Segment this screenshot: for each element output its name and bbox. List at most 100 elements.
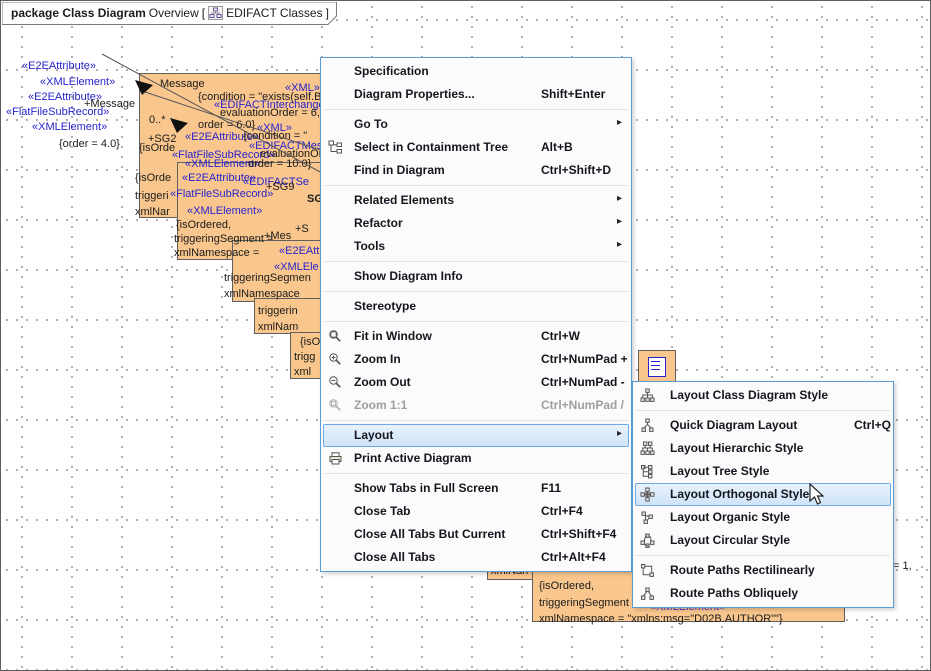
menu-item-label: Show Diagram Info <box>354 269 463 283</box>
blank-icon-slot <box>328 64 343 79</box>
menu-separator <box>324 321 628 322</box>
blank-icon-slot <box>328 163 343 178</box>
menu-item-label: Select in Containment Tree <box>354 140 508 154</box>
menu-related-elements[interactable]: Related Elements ▸ <box>323 189 629 212</box>
menu-tools[interactable]: Tools▸ <box>323 235 629 258</box>
menu-item-label: Show Tabs in Full Screen <box>354 481 498 495</box>
menu-item-shortcut: Ctrl+NumPad + <box>541 352 628 366</box>
class-property-text: trigg <box>294 351 315 363</box>
menu-specification[interactable]: Specification <box>323 60 629 83</box>
menu-close-all-tabs[interactable]: Close All Tabs Ctrl+Alt+F4 <box>323 546 629 569</box>
menu-fit-in-window[interactable]: Fit in Window Ctrl+W <box>323 325 629 348</box>
menu-item-label: Stereotype <box>354 299 416 313</box>
menu-refactor[interactable]: Refactor▸ <box>323 212 629 235</box>
stereotype-label: «FlatFileSubRecord» <box>170 188 273 200</box>
menu-separator <box>636 410 890 411</box>
diagram-canvas[interactable]: package Class Diagram Overview [ EDIFACT… <box>2 2 930 670</box>
menu-item-label: Related Elements <box>354 193 454 207</box>
class-property-text: +S <box>295 223 309 235</box>
class-property-text: triggerin <box>258 305 298 317</box>
submenu-route-paths-obliquely[interactable]: Route Paths Obliquely <box>635 582 891 605</box>
menu-select-in-containment-tree[interactable]: Select in Containment TreeAlt+B <box>323 136 629 159</box>
menu-zoom-in[interactable]: Zoom InCtrl+NumPad + <box>323 348 629 371</box>
menu-zoom-out[interactable]: Zoom Out Ctrl+NumPad - <box>323 371 629 394</box>
blank-icon-slot <box>328 481 343 496</box>
menu-item-label: Close All Tabs <box>354 550 435 564</box>
menu-separator <box>324 261 628 262</box>
frame-diagram-kind: Overview <box>149 6 199 20</box>
organic-layout-icon <box>640 510 655 525</box>
menu-item-label: Layout Circular Style <box>670 533 790 547</box>
zoom-1-1-icon <box>328 398 343 413</box>
diagram-context-menu: SpecificationDiagram Properties...Shift+… <box>320 57 632 572</box>
menu-item-label: Fit in Window <box>354 329 432 343</box>
menu-item-label: Route Paths Rectilinearly <box>670 563 815 577</box>
class-property-text: triggeringSegmen <box>224 272 311 284</box>
menu-item-label: Tools <box>354 239 385 253</box>
class-property-text: xmlNamespace <box>224 288 300 300</box>
submenu-layout-hierarchic-style[interactable]: Layout Hierarchic Style <box>635 437 891 460</box>
menu-close-all-tabs-but-current[interactable]: Close All Tabs But CurrentCtrl+Shift+F4 <box>323 523 629 546</box>
submenu-layout-class-diagram-style[interactable]: Layout Class Diagram Style <box>635 384 891 407</box>
class-property-text: xmlNam <box>258 321 298 333</box>
menu-item-label: Route Paths Obliquely <box>670 586 798 600</box>
blank-icon-slot <box>328 216 343 231</box>
submenu-arrow-icon: ▸ <box>617 428 622 439</box>
menu-item-shortcut: Shift+Enter <box>541 87 605 101</box>
menu-find-in-diagram[interactable]: Find in Diagram Ctrl+Shift+D <box>323 159 629 182</box>
blank-icon-slot <box>328 299 343 314</box>
zoom-in-icon <box>328 352 343 367</box>
menu-show-diagram-info[interactable]: Show Diagram Info <box>323 265 629 288</box>
menu-separator <box>324 109 628 110</box>
menu-item-shortcut: Ctrl+W <box>541 329 580 343</box>
class-property-text: xmlNamespace = "xmlns:msg="D02B.AUTHOR""… <box>539 613 783 625</box>
menu-show-tabs-in-full-screen[interactable]: Show Tabs in Full ScreenF11 <box>323 477 629 500</box>
diagram-frame-tab[interactable]: package Class Diagram Overview [ EDIFACT… <box>2 2 342 26</box>
submenu-layout-organic-style[interactable]: Layout Organic Style <box>635 506 891 529</box>
class-property-text: = 1, <box>893 560 912 572</box>
submenu-layout-tree-style[interactable]: Layout Tree Style <box>635 460 891 483</box>
class-property-text: {isOrde <box>139 142 175 154</box>
menu-stereotype[interactable]: Stereotype <box>323 295 629 318</box>
menu-zoom-1-1: Zoom 1:1Ctrl+NumPad / <box>323 394 629 417</box>
class-property-text: Message <box>160 78 205 90</box>
tree-layout-icon <box>640 464 655 479</box>
menu-print-active-diagram[interactable]: Print Active Diagram <box>323 447 629 470</box>
menu-item-label: Layout Tree Style <box>670 464 769 478</box>
blank-icon-slot <box>328 269 343 284</box>
menu-layout[interactable]: Layout ▸ <box>323 424 629 447</box>
note-shape[interactable] <box>638 350 676 384</box>
menu-go-to[interactable]: Go To▸ <box>323 113 629 136</box>
submenu-layout-orthogonal-style[interactable]: Layout Orthogonal Style <box>635 483 891 506</box>
submenu-layout-circular-style[interactable]: Layout Circular Style <box>635 529 891 552</box>
menu-item-label: Close All Tabs But Current <box>354 527 505 541</box>
menu-item-label: Zoom Out <box>354 375 411 389</box>
menu-item-label: Layout Class Diagram Style <box>670 388 828 402</box>
stereotype-label: «XMLElement» <box>187 205 262 217</box>
menu-item-label: Layout Hierarchic Style <box>670 441 803 455</box>
blank-icon-slot <box>328 504 343 519</box>
class-property-text: xmlNamespace = <box>174 247 259 259</box>
menu-item-shortcut: Ctrl+Alt+F4 <box>541 550 606 564</box>
stereotype-label: «E2EAtt <box>279 245 319 257</box>
layout-class-diagram-icon <box>640 388 655 403</box>
menu-diagram-properties[interactable]: Diagram Properties...Shift+Enter <box>323 83 629 106</box>
menu-item-label: Layout <box>354 428 393 442</box>
blank-icon-slot <box>328 527 343 542</box>
frame-tab-text: package Class Diagram Overview [ EDIFACT… <box>11 6 329 20</box>
class-property-text: {isO <box>300 336 320 348</box>
menu-item-shortcut: Ctrl+Shift+D <box>541 163 611 177</box>
class-property-text: 0..* <box>149 114 166 126</box>
menu-close-tab[interactable]: Close TabCtrl+F4 <box>323 500 629 523</box>
menu-item-label: Find in Diagram <box>354 163 445 177</box>
class-property-text: {isOrdered, <box>539 580 594 592</box>
submenu-arrow-icon: ▸ <box>617 193 622 204</box>
stereotype-label: «FlatFileSubRecord» <box>6 106 109 118</box>
submenu-quick-diagram-layout[interactable]: Quick Diagram LayoutCtrl+Q <box>635 414 891 437</box>
submenu-route-paths-rectilinearly[interactable]: Route Paths Rectilinearly <box>635 559 891 582</box>
menu-item-shortcut: Ctrl+NumPad - <box>541 375 625 389</box>
circular-layout-icon <box>640 533 655 548</box>
blank-icon-slot <box>328 428 343 443</box>
zoom-out-icon <box>328 375 343 390</box>
submenu-arrow-icon: ▸ <box>617 117 622 128</box>
